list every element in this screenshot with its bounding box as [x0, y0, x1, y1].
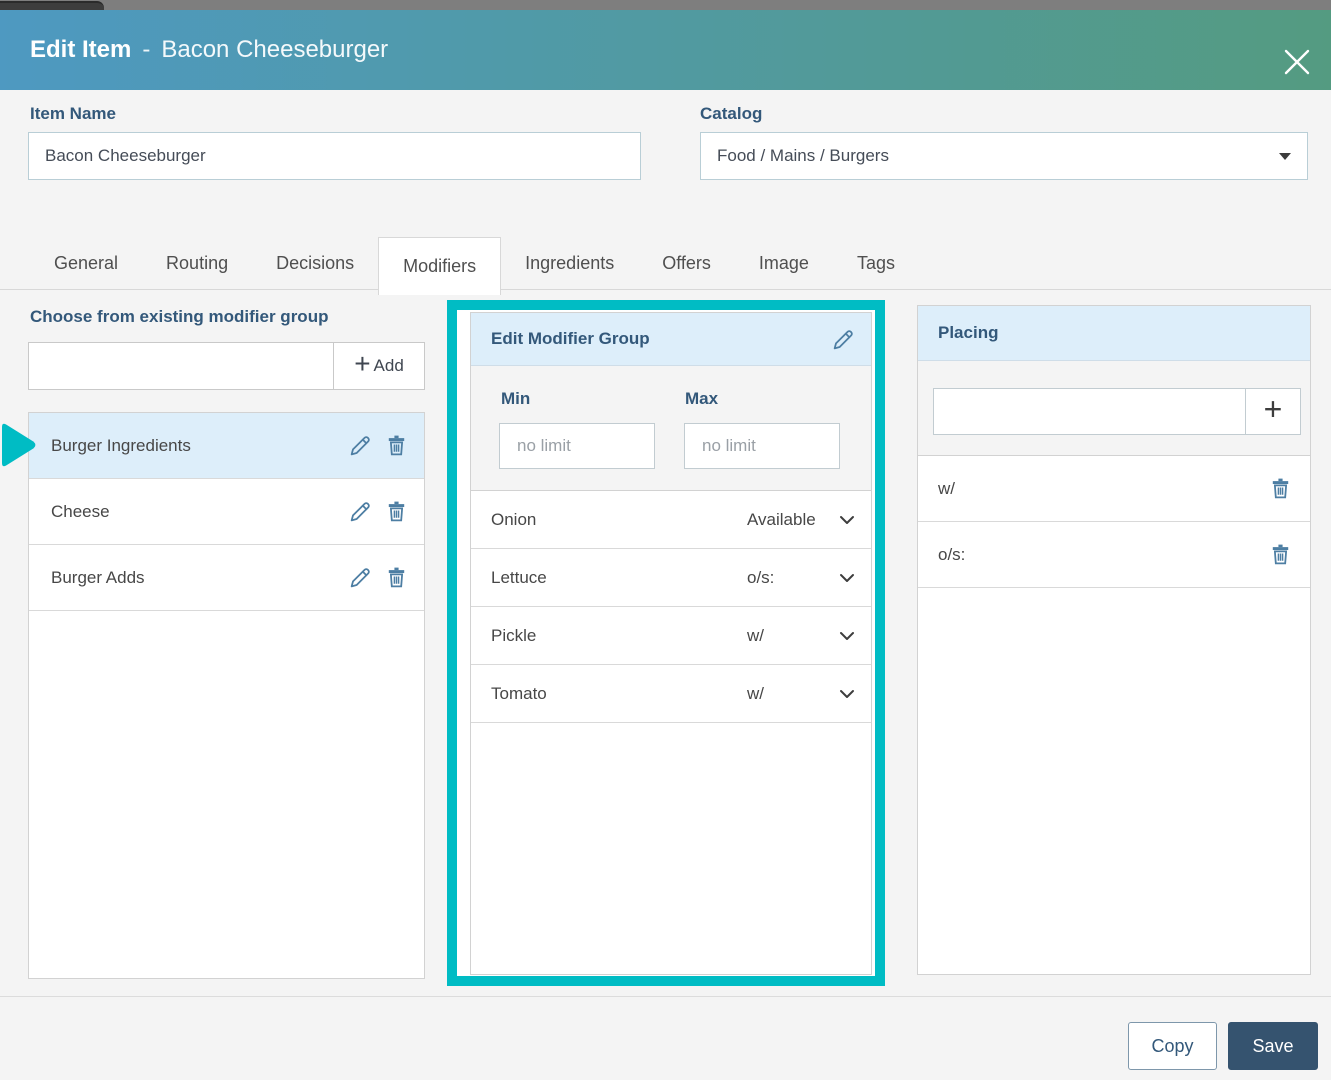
selection-pointer-arrow-icon [2, 423, 36, 467]
group-name: Burger Adds [51, 567, 145, 587]
catalog-selected-value: Food / Mains / Burgers [717, 146, 889, 165]
modal-title-separator: - [142, 36, 151, 63]
delete-trash-icon[interactable] [1268, 476, 1293, 501]
edit-pencil-icon[interactable] [831, 327, 856, 352]
caret-down-icon [1279, 153, 1291, 160]
modifier-state-dropdown[interactable]: w/ [747, 626, 836, 646]
edit-pencil-icon[interactable] [348, 565, 373, 590]
min-max-section: Min Max [471, 366, 871, 491]
tab-bar: General Routing Decisions Modifiers Ingr… [0, 237, 1331, 295]
item-name-input[interactable] [28, 132, 641, 180]
tab-general[interactable]: General [30, 237, 142, 289]
tab-decisions[interactable]: Decisions [252, 237, 378, 289]
modal-title-item: Bacon Cheeseburger [161, 36, 389, 63]
modifier-state-dropdown[interactable]: Available [747, 510, 836, 530]
tab-tags[interactable]: Tags [833, 237, 919, 289]
modifier-name: Tomato [491, 683, 547, 703]
tab-routing[interactable]: Routing [142, 237, 252, 289]
background-window-tab [0, 1, 104, 10]
tab-offers[interactable]: Offers [638, 237, 735, 289]
delete-trash-icon[interactable] [1268, 542, 1293, 567]
close-icon[interactable] [1280, 45, 1314, 79]
group-name: Burger Ingredients [51, 435, 191, 455]
background-window-bar [0, 0, 1331, 10]
group-name: Cheese [51, 501, 110, 521]
min-input[interactable] [499, 423, 655, 469]
max-input[interactable] [684, 423, 840, 469]
group-row-burger-ingredients[interactable]: Burger Ingredients [29, 413, 424, 479]
plus-icon: + [354, 348, 371, 379]
edit-modifier-group-title: Edit Modifier Group [491, 329, 650, 348]
catalog-select[interactable]: Food / Mains / Burgers [700, 132, 1308, 180]
modifier-name: Lettuce [491, 567, 547, 587]
footer-divider [0, 996, 1331, 997]
modifier-group-list: Burger Ingredients Cheese Burger Adds [28, 412, 425, 979]
catalog-label: Catalog [700, 104, 763, 123]
edit-modifier-group-panel: Edit Modifier Group Min Max Onion Availa… [470, 312, 872, 975]
save-button[interactable]: Save [1228, 1022, 1318, 1070]
edit-pencil-icon[interactable] [348, 499, 373, 524]
max-label: Max [685, 389, 719, 408]
tab-ingredients[interactable]: Ingredients [501, 237, 638, 289]
modifier-row-pickle: Pickle w/ [471, 607, 871, 665]
chevron-down-icon[interactable] [836, 625, 858, 647]
modifier-row-onion: Onion Available [471, 491, 871, 549]
modal-header: Edit Item - Bacon Cheeseburger [0, 10, 1331, 90]
modifier-state-dropdown[interactable]: w/ [747, 684, 836, 704]
placing-add-button[interactable]: + [1245, 388, 1301, 435]
delete-trash-icon[interactable] [384, 433, 409, 458]
edit-modifier-group-header: Edit Modifier Group [471, 313, 871, 366]
chevron-down-icon[interactable] [836, 683, 858, 705]
chevron-down-icon[interactable] [836, 509, 858, 531]
modifier-group-search-input[interactable] [28, 342, 334, 390]
placing-row-w: w/ [918, 456, 1310, 522]
group-row-cheese[interactable]: Cheese [29, 479, 424, 545]
modifier-name: Onion [491, 509, 537, 529]
modifier-state-dropdown[interactable]: o/s: [747, 568, 836, 588]
delete-trash-icon[interactable] [384, 565, 409, 590]
placing-title: Placing [918, 306, 1310, 361]
existing-groups-title: Choose from existing modifier group [30, 307, 329, 326]
chevron-down-icon[interactable] [836, 567, 858, 589]
placing-input[interactable] [933, 388, 1246, 435]
edit-pencil-icon[interactable] [348, 433, 373, 458]
placing-row-os: o/s: [918, 522, 1310, 588]
placing-add-section: + [918, 361, 1310, 456]
modifier-row-tomato: Tomato w/ [471, 665, 871, 723]
copy-button[interactable]: Copy [1128, 1022, 1217, 1070]
tab-image[interactable]: Image [735, 237, 833, 289]
screen: Edit Item - Bacon Cheeseburger Item Name… [0, 0, 1331, 1080]
tab-modifiers[interactable]: Modifiers [378, 237, 502, 295]
placing-item-name: o/s: [938, 544, 966, 564]
item-name-label: Item Name [30, 104, 116, 123]
placing-item-name: w/ [938, 478, 955, 498]
placing-panel: Placing + w/ o/s: [917, 305, 1311, 975]
modal-title: Edit Item - Bacon Cheeseburger [30, 10, 388, 90]
plus-icon: + [1263, 390, 1283, 427]
add-group-button-label: Add [373, 356, 404, 375]
modifier-name: Pickle [491, 625, 537, 645]
add-group-button[interactable]: + Add [333, 342, 425, 390]
modal-title-prefix: Edit Item [30, 36, 132, 63]
modifier-row-lettuce: Lettuce o/s: [471, 549, 871, 607]
delete-trash-icon[interactable] [384, 499, 409, 524]
group-row-burger-adds[interactable]: Burger Adds [29, 545, 424, 611]
min-label: Min [501, 389, 531, 408]
